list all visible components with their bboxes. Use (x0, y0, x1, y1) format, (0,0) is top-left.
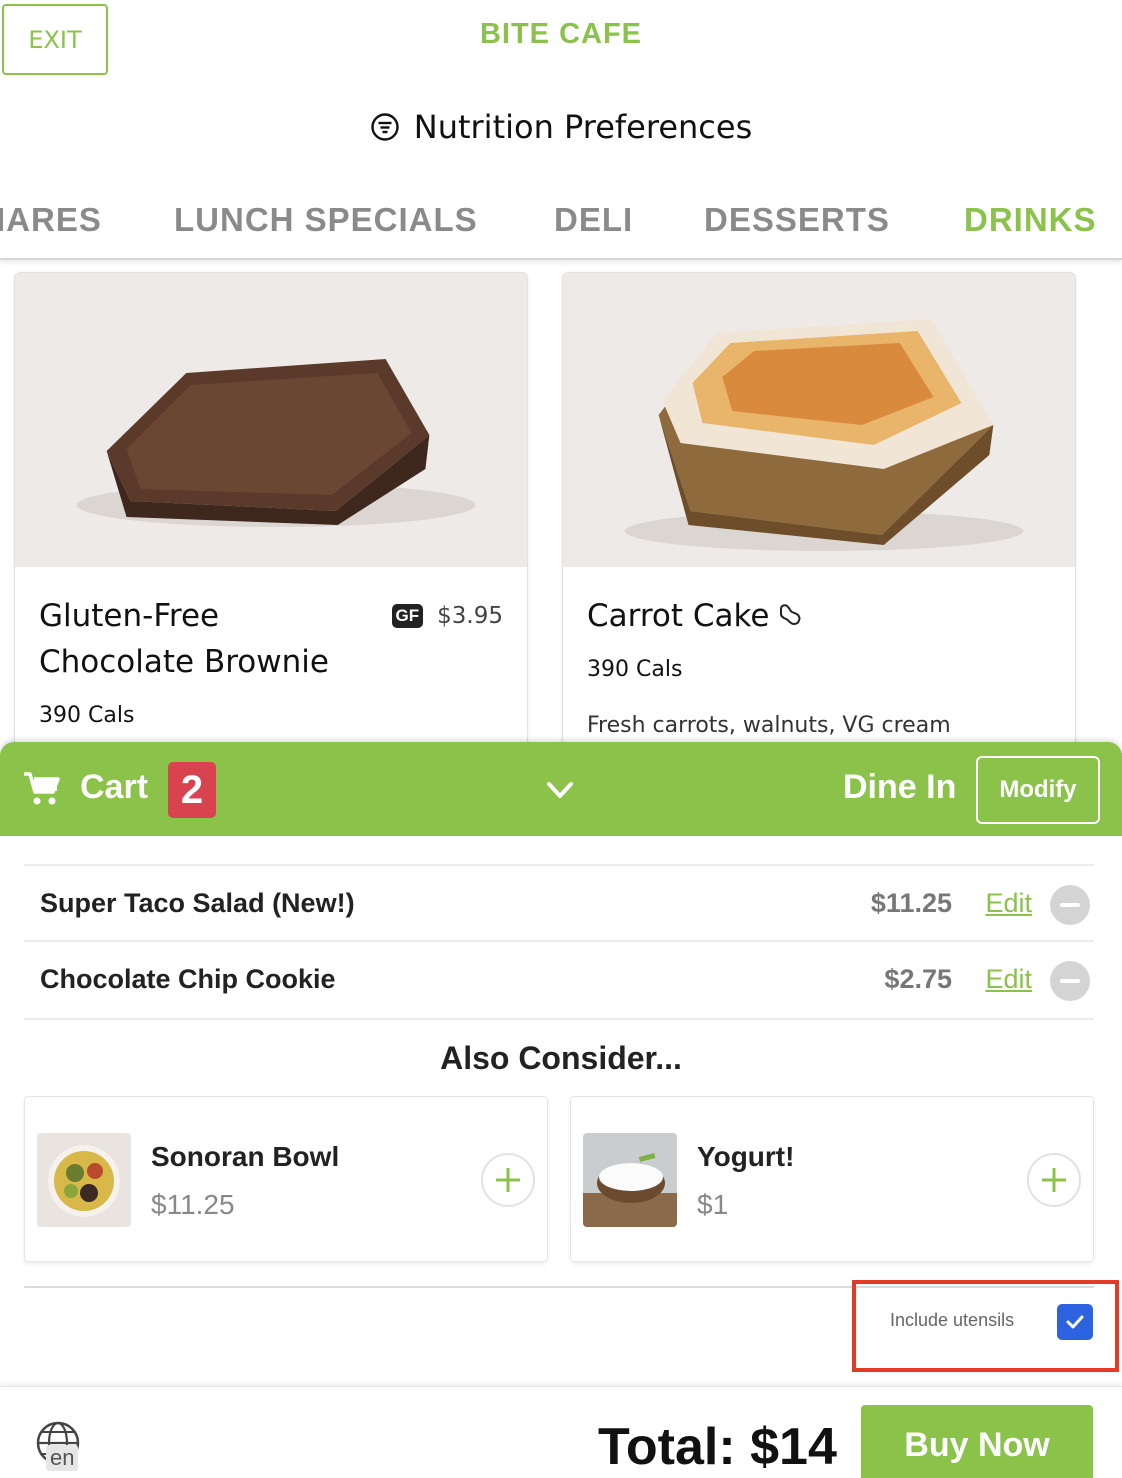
tab-squares[interactable]: IARES (0, 201, 102, 239)
cart-bar[interactable]: Cart 2 Dine In Modify (0, 742, 1122, 836)
sonoran-bowl-image (37, 1133, 131, 1227)
add-button[interactable] (481, 1153, 535, 1207)
plus-icon (1042, 1168, 1066, 1192)
include-utensils-checkbox[interactable] (1057, 1304, 1093, 1340)
tab-desserts[interactable]: DESSERTS (704, 201, 890, 239)
carrot-cake-image (563, 273, 1075, 567)
footer: en Total: $14 Buy Now (0, 1386, 1122, 1478)
plus-icon (496, 1168, 520, 1192)
order-total: Total: $14 (598, 1418, 837, 1476)
tab-drinks[interactable]: DRINKS (964, 201, 1097, 239)
tab-deli[interactable]: DELI (554, 201, 633, 239)
cart-icon (24, 772, 60, 805)
peanut-icon (780, 604, 801, 626)
cart-item: Chocolate Chip Cookie $2.75 Edit (24, 942, 1094, 1020)
cart-label: Cart (80, 768, 149, 806)
cart-panel: Super Taco Salad (New!) $11.25 Edit Choc… (0, 836, 1122, 1386)
include-utensils-label: Include utensils (890, 1310, 1015, 1330)
suggestion-card-sonoran-bowl[interactable]: Sonoran Bowl $11.25 (24, 1096, 548, 1262)
product-card-carrot-cake[interactable]: Carrot Cake 390 Cals Fresh carrots, waln… (562, 272, 1076, 762)
tab-lunch-specials[interactable]: LUNCH SPECIALS (174, 201, 478, 239)
remove-item-button[interactable] (1050, 961, 1090, 1001)
product-description: Fresh carrots, walnuts, VG cream (587, 713, 951, 738)
also-consider-title: Also Consider... (440, 1040, 682, 1076)
buy-now-button[interactable]: Buy Now (861, 1405, 1093, 1478)
product-price: GF $3.95 (391, 603, 503, 629)
cart-count-badge: 2 (168, 762, 216, 818)
nutrition-preferences-button[interactable]: Nutrition Preferences (0, 108, 1122, 146)
suggestion-price: $1 (697, 1189, 729, 1220)
category-tabs: IARES LUNCH SPECIALS DELI DESSERTS DRINK… (0, 196, 1122, 260)
suggestion-price: $11.25 (151, 1189, 235, 1220)
product-card-brownie[interactable]: Gluten-Free Chocolate Brownie GF $3.95 3… (14, 272, 528, 762)
filter-icon (371, 113, 399, 141)
cart-item-name: Chocolate Chip Cookie (40, 964, 336, 994)
suggestion-card-yogurt[interactable]: Yogurt! $1 (570, 1096, 1094, 1262)
minus-icon (1060, 903, 1080, 907)
gluten-free-badge: GF (391, 604, 424, 628)
chevron-down-icon[interactable] (540, 770, 580, 810)
edit-link[interactable]: Edit (985, 888, 1032, 919)
cart-item-price: $11.25 (870, 888, 952, 918)
order-type-label: Dine In (843, 768, 957, 806)
add-button[interactable] (1027, 1153, 1081, 1207)
minus-icon (1060, 979, 1080, 983)
product-name: Gluten-Free Chocolate Brownie (39, 598, 329, 680)
product-name: Carrot Cake (587, 593, 805, 639)
product-grid: Gluten-Free Chocolate Brownie GF $3.95 3… (0, 262, 1122, 762)
checkmark-icon (1066, 1315, 1084, 1329)
cart-item: Super Taco Salad (New!) $11.25 Edit (24, 864, 1094, 942)
remove-item-button[interactable] (1050, 885, 1090, 925)
product-calories: 390 Cals (587, 657, 683, 682)
modify-button[interactable]: Modify (976, 756, 1100, 824)
suggestion-name: Yogurt! (697, 1141, 795, 1172)
yogurt-image (583, 1133, 677, 1227)
edit-link[interactable]: Edit (985, 964, 1032, 995)
nutrition-preferences-label: Nutrition Preferences (413, 108, 753, 146)
cart-item-name: Super Taco Salad (New!) (40, 888, 355, 918)
product-calories: 390 Cals (39, 703, 135, 728)
language-code: en (46, 1445, 79, 1471)
app-title: BITE CAFE (479, 18, 643, 50)
suggestion-name: Sonoran Bowl (151, 1141, 340, 1172)
brownie-image (15, 273, 527, 567)
cart-item-price: $2.75 (884, 964, 952, 994)
